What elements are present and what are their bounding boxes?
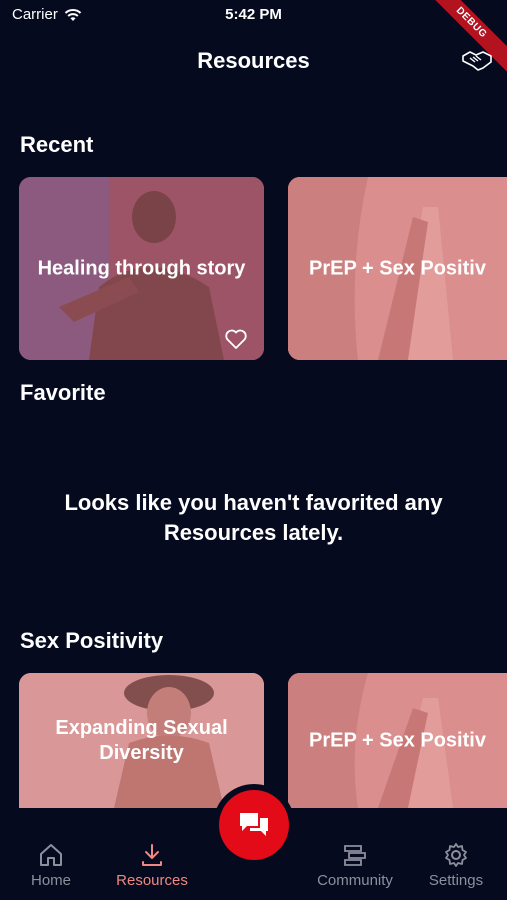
resource-card-prep-2[interactable]: PrEP + Sex Positiv xyxy=(288,673,507,808)
nav-item-settings[interactable]: Settings xyxy=(411,842,501,889)
section-title-sex-positivity: Sex Positivity xyxy=(20,628,164,653)
chat-icon xyxy=(240,813,268,836)
section-title-favorite: Favorite xyxy=(20,380,106,405)
download-icon xyxy=(142,844,162,866)
status-time: 5:42 PM xyxy=(225,6,282,23)
card-title: Expanding Sexual Diversity xyxy=(55,716,228,764)
nav-label: Resources xyxy=(116,872,188,889)
nav-label: Settings xyxy=(428,872,484,889)
nav-item-community[interactable]: Community xyxy=(310,842,400,889)
card-title: PrEP + Sex Positiv xyxy=(309,729,486,752)
home-icon xyxy=(40,844,62,866)
card-title: Healing through story xyxy=(37,257,246,279)
resource-card-healing[interactable]: Healing through story xyxy=(19,177,264,360)
nav-label: Community xyxy=(317,872,393,889)
heart-icon[interactable] xyxy=(224,328,248,350)
card-title: PrEP + Sex Positiv xyxy=(309,257,486,279)
community-icon xyxy=(344,845,366,866)
page-title: Resources xyxy=(197,48,310,73)
app-bar: Resources xyxy=(0,42,507,82)
resource-card-expanding[interactable]: Expanding Sexual Diversity xyxy=(19,673,264,808)
nav-item-resources[interactable]: Resources xyxy=(107,842,197,889)
nav-item-home[interactable]: Home xyxy=(6,842,96,889)
section-title-recent: Recent xyxy=(20,132,94,157)
status-bar: Carrier 5:42 PM xyxy=(0,0,507,30)
gear-icon xyxy=(445,843,467,867)
favorites-empty-message: Looks like you haven't favorited any Res… xyxy=(64,490,443,545)
resource-card-prep[interactable]: PrEP + Sex Positiv xyxy=(288,177,507,360)
chat-fab-button[interactable] xyxy=(219,790,289,860)
handshake-icon[interactable] xyxy=(461,46,493,74)
nav-label: Home xyxy=(30,872,71,889)
